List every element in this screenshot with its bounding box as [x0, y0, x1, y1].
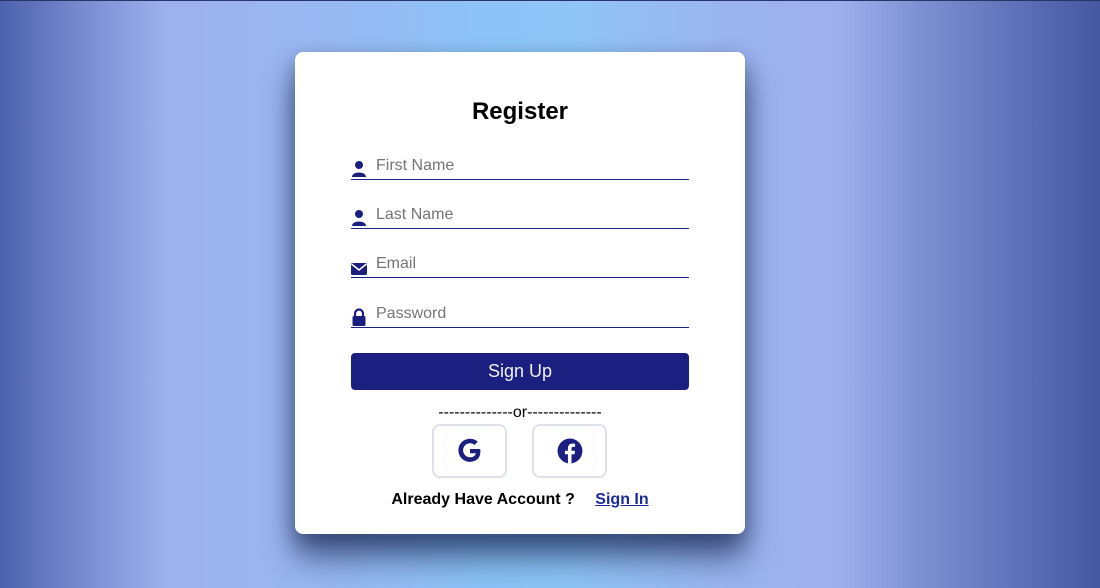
register-card: Register Sign Up --------------or-------… [295, 52, 745, 534]
sign-up-button[interactable]: Sign Up [351, 353, 689, 390]
last-name-input[interactable] [376, 203, 686, 227]
facebook-icon [557, 438, 582, 464]
form-title: Register [471, 98, 569, 125]
google-icon [457, 438, 480, 462]
or-divider: --------------or-------------- [438, 404, 602, 421]
last-name-field [351, 203, 689, 229]
first-name-field [351, 154, 689, 180]
sign-in-link[interactable]: Sign In [595, 491, 648, 508]
email-input[interactable] [376, 252, 686, 276]
password-field [351, 302, 689, 328]
google-signin-button[interactable] [432, 424, 507, 478]
envelope-icon [351, 263, 367, 275]
first-name-input[interactable] [376, 154, 686, 178]
facebook-signin-button[interactable] [532, 424, 607, 478]
lock-icon [352, 308, 366, 326]
email-field [351, 252, 689, 278]
user-icon [352, 161, 366, 177]
password-input[interactable] [376, 302, 686, 326]
signin-prompt: Already Have Account ? Sign In [295, 491, 745, 509]
already-have-account-text: Already Have Account ? [391, 491, 575, 508]
user-icon [352, 210, 366, 226]
